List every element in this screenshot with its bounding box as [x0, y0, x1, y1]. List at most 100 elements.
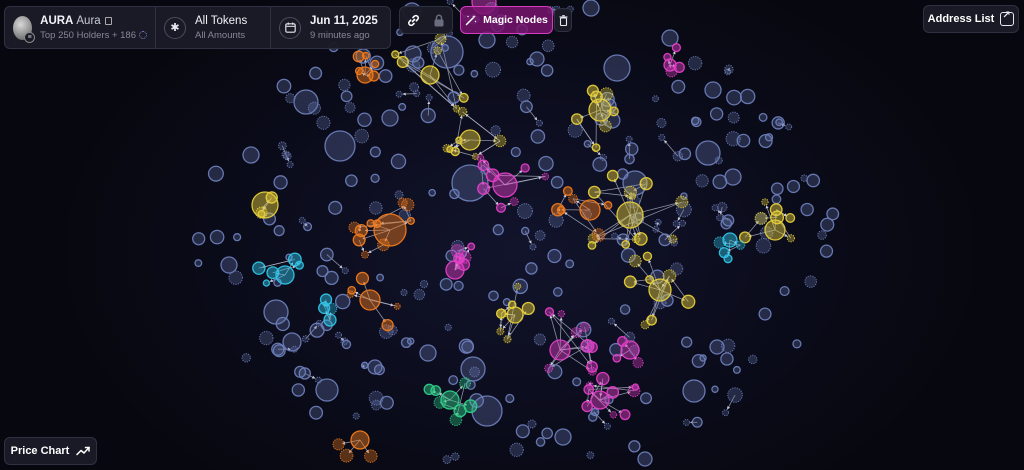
holder-bubble[interactable] — [679, 219, 687, 227]
address-list-button[interactable]: Address List — [923, 5, 1019, 33]
holder-bubble[interactable] — [428, 188, 436, 197]
holder-bubble[interactable] — [534, 230, 546, 241]
holder-bubble[interactable] — [717, 201, 728, 213]
holder-bubble[interactable] — [549, 339, 571, 361]
holder-bubble[interactable] — [348, 221, 361, 234]
holder-bubble[interactable] — [608, 106, 619, 117]
holder-bubble[interactable] — [819, 244, 834, 258]
holder-bubble[interactable] — [419, 279, 429, 289]
holder-bubble[interactable] — [817, 230, 827, 240]
holder-bubble[interactable] — [538, 155, 554, 172]
holder-bubble[interactable] — [391, 50, 400, 59]
holder-bubble[interactable] — [722, 214, 735, 227]
holder-bubble[interactable] — [724, 68, 732, 76]
holder-bubble[interactable] — [194, 259, 203, 268]
holder-bubble[interactable] — [516, 88, 531, 103]
holder-bubble[interactable] — [485, 168, 500, 183]
holder-bubble[interactable] — [607, 317, 615, 325]
holder-bubble[interactable] — [338, 78, 351, 92]
holder-bubble[interactable] — [298, 367, 312, 380]
holder-bubble[interactable] — [298, 216, 306, 224]
holder-bubble[interactable] — [541, 39, 555, 53]
holder-bubble[interactable] — [521, 301, 535, 316]
holder-bubble[interactable] — [232, 233, 242, 242]
holder-bubble[interactable] — [800, 202, 814, 217]
holder-bubble[interactable] — [611, 232, 619, 240]
holder-bubble[interactable] — [761, 198, 769, 206]
holder-bubble[interactable] — [455, 255, 464, 265]
holder-bubble[interactable] — [252, 261, 266, 275]
holder-bubble[interactable] — [722, 409, 730, 417]
holder-bubble[interactable] — [262, 279, 271, 287]
holder-bubble[interactable] — [586, 451, 595, 460]
holder-bubble[interactable] — [770, 210, 785, 225]
holder-bubble[interactable] — [259, 330, 274, 346]
copy-icon[interactable] — [104, 16, 112, 25]
holder-bubble[interactable] — [467, 242, 476, 251]
holder-bubble[interactable] — [209, 229, 225, 245]
holder-bubble[interactable] — [354, 66, 364, 76]
holder-bubble[interactable] — [455, 136, 463, 145]
holder-bubble[interactable] — [609, 410, 618, 419]
holder-bubble[interactable] — [451, 452, 460, 461]
holder-bubble[interactable] — [359, 289, 381, 311]
holder-bubble[interactable] — [552, 287, 563, 297]
holder-bubble[interactable] — [370, 59, 380, 69]
holder-bubble[interactable] — [395, 90, 403, 98]
holder-bubble[interactable] — [335, 331, 343, 339]
holder-bubble[interactable] — [603, 422, 611, 430]
holder-bubble[interactable] — [369, 146, 381, 158]
holder-bubble[interactable] — [459, 129, 481, 151]
holder-bubble[interactable] — [572, 377, 582, 387]
holder-bubble[interactable] — [495, 202, 507, 213]
holder-bubble[interactable] — [771, 194, 782, 205]
holder-bubble[interactable] — [520, 163, 530, 173]
holder-bubble[interactable] — [530, 129, 546, 144]
holder-bubble[interactable] — [567, 122, 583, 138]
holder-bubble[interactable] — [637, 451, 653, 467]
holder-bubble[interactable] — [623, 185, 637, 199]
holder-bubble[interactable] — [450, 244, 465, 258]
holder-bubble[interactable] — [581, 400, 593, 413]
holder-bubble[interactable] — [672, 220, 680, 228]
holder-bubble[interactable] — [301, 335, 310, 343]
holder-bubble[interactable] — [570, 327, 582, 339]
holder-bubble[interactable] — [509, 442, 524, 457]
holder-bubble[interactable] — [505, 393, 515, 404]
holder-bubble[interactable] — [376, 273, 385, 282]
holder-bubble[interactable] — [461, 340, 475, 354]
holder-bubble[interactable] — [727, 111, 740, 124]
holder-bubble[interactable] — [748, 354, 758, 365]
holder-bubble[interactable] — [582, 0, 600, 17]
holder-bubble[interactable] — [493, 134, 507, 148]
holder-bubble[interactable] — [709, 339, 725, 355]
holder-bubble[interactable] — [619, 304, 631, 315]
holder-bubble[interactable] — [624, 142, 639, 156]
holder-bubble[interactable] — [755, 238, 772, 254]
holder-bubble[interactable] — [265, 191, 278, 204]
holder-bubble-graph[interactable] — [0, 0, 1024, 470]
holder-bubble[interactable] — [341, 339, 352, 350]
holder-bubble[interactable] — [583, 140, 592, 148]
holder-bubble[interactable] — [785, 123, 793, 131]
holder-bubble[interactable] — [681, 336, 693, 348]
holder-bubble[interactable] — [544, 363, 554, 373]
holder-bubble[interactable] — [281, 150, 290, 159]
holder-bubble[interactable] — [510, 146, 521, 158]
holder-bubble[interactable] — [309, 66, 323, 80]
holder-bubble[interactable] — [754, 211, 768, 225]
holder-bubble[interactable] — [585, 381, 594, 390]
holder-bubble[interactable] — [277, 141, 287, 151]
holder-bubble[interactable] — [463, 399, 478, 414]
holder-bubble[interactable] — [695, 174, 709, 188]
holder-bubble[interactable] — [628, 440, 641, 453]
holder-bubble[interactable] — [381, 109, 399, 127]
holder-bubble[interactable] — [682, 379, 706, 403]
holder-bubble[interactable] — [652, 225, 660, 233]
holder-bubble[interactable] — [632, 356, 644, 369]
holder-bubble[interactable] — [340, 90, 353, 103]
holder-bubble[interactable] — [645, 275, 654, 284]
holder-bubble[interactable] — [588, 98, 612, 122]
holder-bubble[interactable] — [550, 175, 564, 189]
holder-bubble[interactable] — [758, 133, 773, 149]
